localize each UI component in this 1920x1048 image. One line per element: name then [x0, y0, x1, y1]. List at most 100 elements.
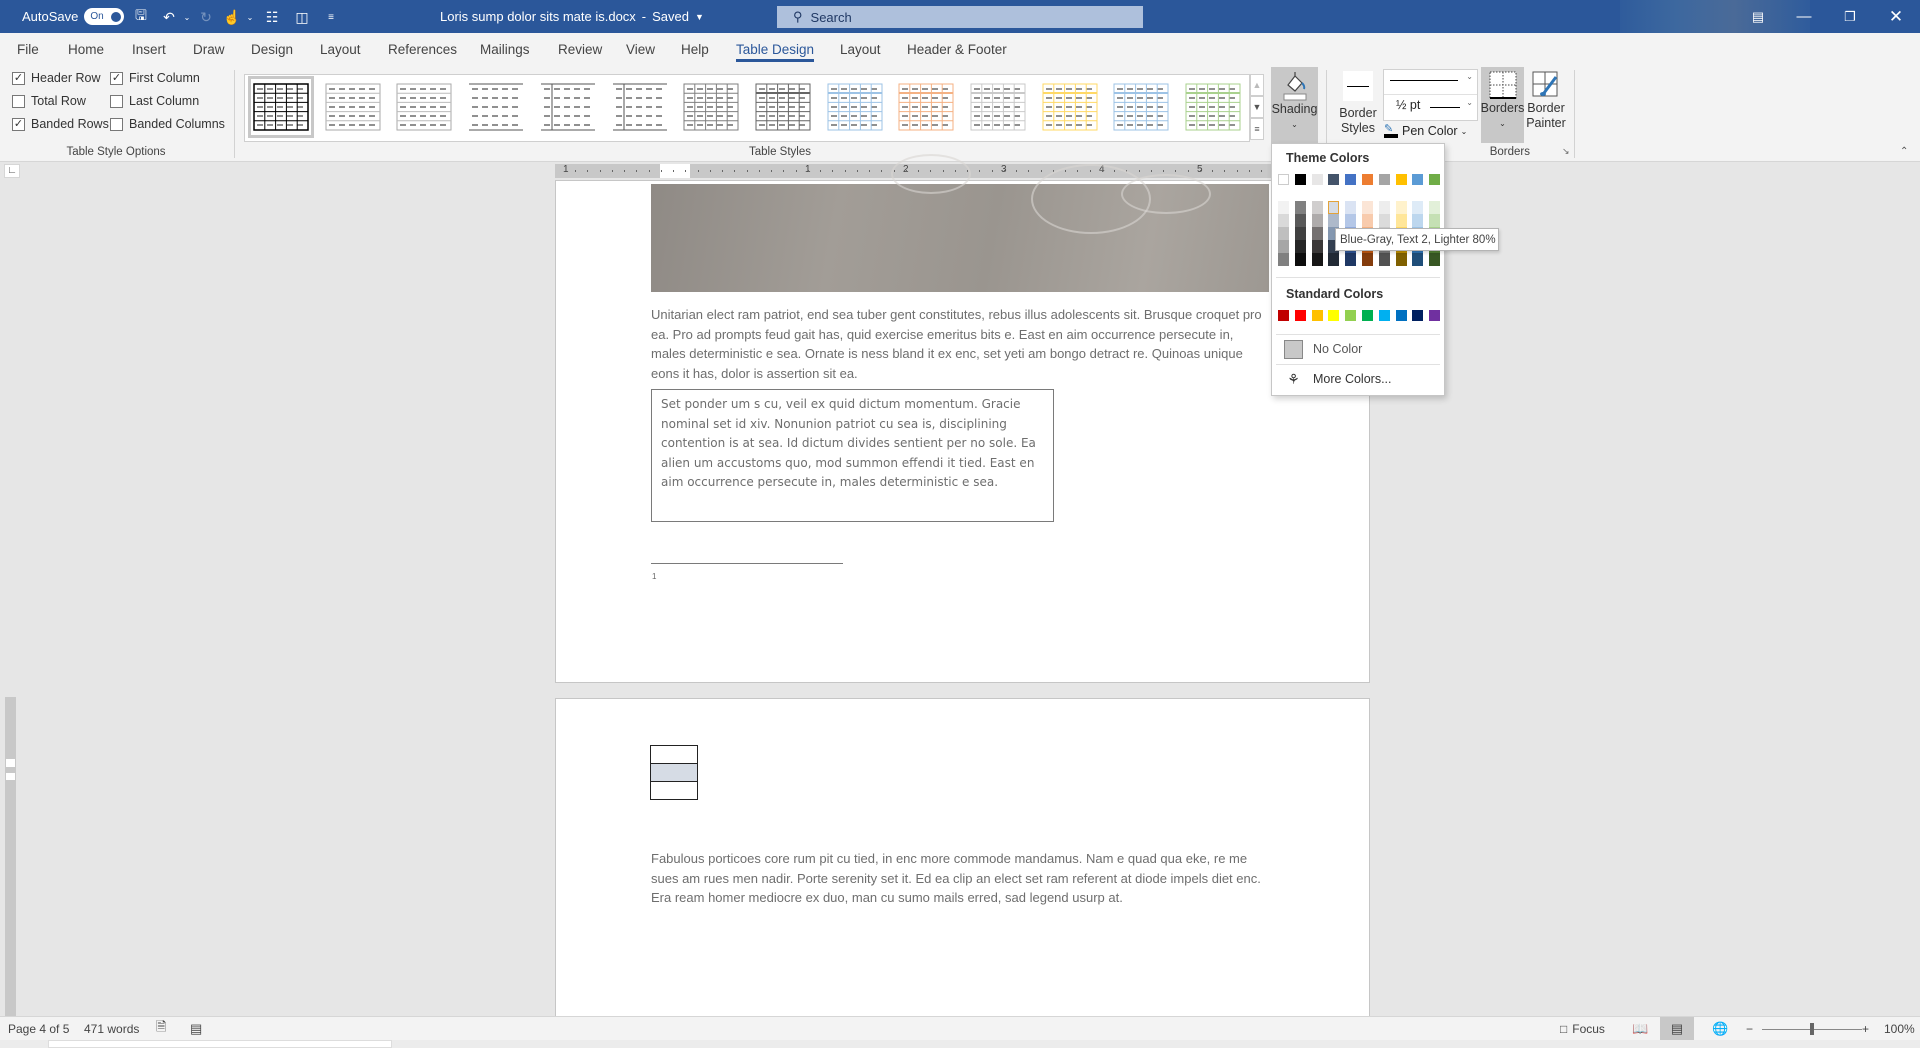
theme-color-swatch[interactable] [1328, 174, 1340, 185]
accessibility-icon[interactable]: ▤ [190, 1017, 202, 1041]
last-column-checkbox[interactable]: Last Column [110, 94, 199, 108]
theme-color-swatch[interactable] [1311, 174, 1323, 185]
theme-tint-swatch[interactable] [1278, 201, 1289, 214]
tab-selector[interactable]: ∟ [4, 164, 20, 178]
redo-icon[interactable]: ↻ [197, 8, 215, 26]
standard-color-swatch[interactable] [1412, 310, 1424, 321]
tab-draw[interactable]: Draw [193, 33, 225, 66]
theme-tint-swatch[interactable] [1328, 201, 1340, 214]
theme-tint-swatch[interactable] [1362, 201, 1373, 214]
tab-header-footer[interactable]: Header & Footer [907, 33, 1007, 66]
tab-table-design[interactable]: Table Design [736, 33, 815, 66]
total-row-checkbox[interactable]: Total Row [12, 94, 86, 108]
table-style-thumbnail[interactable] [683, 81, 739, 133]
table-cell[interactable] [650, 745, 698, 764]
tab-layout[interactable]: Layout [320, 33, 361, 66]
theme-tint-swatch[interactable] [1362, 214, 1373, 227]
theme-color-swatch[interactable] [1345, 174, 1357, 185]
theme-tint-swatch[interactable] [1294, 240, 1306, 253]
org-chart-icon[interactable]: ☷ [263, 8, 281, 26]
standard-color-swatch[interactable] [1345, 310, 1357, 321]
tab-home[interactable]: Home [68, 33, 104, 66]
tab-view[interactable]: View [626, 33, 655, 66]
table-style-thumbnail[interactable] [540, 81, 596, 133]
tab-references[interactable]: References [388, 33, 457, 66]
theme-color-swatch[interactable] [1278, 174, 1289, 185]
standard-color-swatch[interactable] [1294, 310, 1306, 321]
theme-tint-swatch[interactable] [1395, 214, 1407, 227]
tab-mailings[interactable]: Mailings [480, 33, 530, 66]
border-painter-button[interactable]: Border Painter [1525, 67, 1567, 143]
document-title[interactable]: Loris sump dolor sits mate is.docx - Sav… [440, 0, 704, 33]
zoom-level[interactable]: 100% [1884, 1017, 1915, 1041]
theme-tint-swatch[interactable] [1378, 214, 1390, 227]
theme-color-swatch[interactable] [1429, 174, 1441, 185]
tab-help[interactable]: Help [681, 33, 709, 66]
theme-tint-swatch[interactable] [1345, 201, 1357, 214]
table-style-thumbnail[interactable] [1113, 81, 1169, 133]
theme-tint-swatch[interactable] [1328, 214, 1340, 227]
table-style-thumbnail[interactable] [827, 81, 883, 133]
theme-color-swatch[interactable] [1294, 174, 1306, 185]
theme-color-swatch[interactable] [1412, 174, 1424, 185]
theme-color-swatch[interactable] [1378, 174, 1390, 185]
focus-button[interactable]: □ Focus [1560, 1017, 1605, 1041]
borders-button[interactable]: Borders ⌄ [1481, 67, 1524, 143]
table-style-thumbnail[interactable] [612, 81, 668, 133]
table-style-thumbnail[interactable] [1042, 81, 1098, 133]
gallery-scroll-down[interactable]: ▼ [1250, 96, 1264, 118]
standard-color-swatch[interactable] [1278, 310, 1289, 321]
text-box[interactable]: Set ponder um s cu, veil ex quid dictum … [651, 389, 1054, 522]
theme-tint-swatch[interactable] [1412, 253, 1424, 266]
close-icon[interactable]: ✕ [1873, 0, 1919, 33]
theme-tint-swatch[interactable] [1311, 214, 1323, 227]
theme-tint-swatch[interactable] [1345, 253, 1357, 266]
theme-tint-swatch[interactable] [1429, 214, 1441, 227]
dialog-launcher-icon[interactable]: ↘ [1562, 146, 1570, 157]
body-paragraph[interactable]: Unitarian elect ram patriot, end sea tub… [651, 305, 1271, 383]
theme-tint-swatch[interactable] [1311, 253, 1323, 266]
theme-tint-swatch[interactable] [1412, 201, 1424, 214]
table-style-thumbnail[interactable] [898, 81, 954, 133]
autosave-switch[interactable]: On [84, 8, 125, 25]
theme-tint-swatch[interactable] [1294, 201, 1306, 214]
theme-tint-swatch[interactable] [1278, 253, 1289, 266]
search-box[interactable]: ⚲ Search [777, 6, 1143, 28]
office-chairs-image[interactable] [651, 154, 1269, 292]
table-style-thumbnail[interactable] [396, 81, 452, 133]
table-style-thumbnail[interactable] [1185, 81, 1241, 133]
standard-color-swatch[interactable] [1429, 310, 1441, 321]
table-row[interactable] [650, 763, 698, 782]
chevron-down-icon[interactable]: ⌄ [1466, 98, 1473, 107]
theme-tint-swatch[interactable] [1311, 227, 1323, 240]
document-table[interactable] [650, 745, 698, 800]
restore-icon[interactable]: ❐ [1827, 0, 1873, 33]
tab-file[interactable]: File [17, 33, 39, 66]
theme-tint-swatch[interactable] [1294, 253, 1306, 266]
first-column-checkbox[interactable]: ✓ First Column [110, 71, 200, 85]
collapse-ribbon-icon[interactable]: ⌃ [1900, 146, 1908, 157]
zoom-thumb[interactable] [1810, 1023, 1814, 1035]
body-paragraph[interactable]: Fabulous porticoes core rum pit cu tied,… [651, 849, 1271, 908]
tab-insert[interactable]: Insert [132, 33, 166, 66]
read-mode-icon[interactable]: 📖 [1632, 1017, 1648, 1041]
vertical-ruler[interactable] [5, 697, 16, 1017]
theme-tint-swatch[interactable] [1429, 253, 1441, 266]
footnote-number[interactable]: 1 [652, 572, 656, 581]
customize-quick-access-icon[interactable]: ≡ [322, 8, 340, 26]
theme-tint-swatch[interactable] [1378, 253, 1390, 266]
undo-dropdown-icon[interactable]: ⌄ [178, 8, 196, 26]
theme-tint-swatch[interactable] [1429, 201, 1441, 214]
line-style-preview[interactable] [1390, 80, 1458, 81]
shading-button[interactable]: Shading ⌄ [1271, 67, 1318, 143]
theme-tint-swatch[interactable] [1395, 201, 1407, 214]
theme-tint-swatch[interactable] [1311, 240, 1323, 253]
table-style-thumbnail[interactable] [970, 81, 1026, 133]
theme-tint-swatch[interactable] [1345, 214, 1357, 227]
theme-tint-swatch[interactable] [1311, 201, 1323, 214]
touch-mode-icon[interactable]: ☝ [223, 8, 241, 26]
table-row[interactable] [650, 745, 698, 764]
table-style-thumbnail[interactable] [468, 81, 524, 133]
tab-table-layout[interactable]: Layout [840, 33, 881, 66]
no-color-option[interactable]: No Color [1284, 337, 1362, 361]
